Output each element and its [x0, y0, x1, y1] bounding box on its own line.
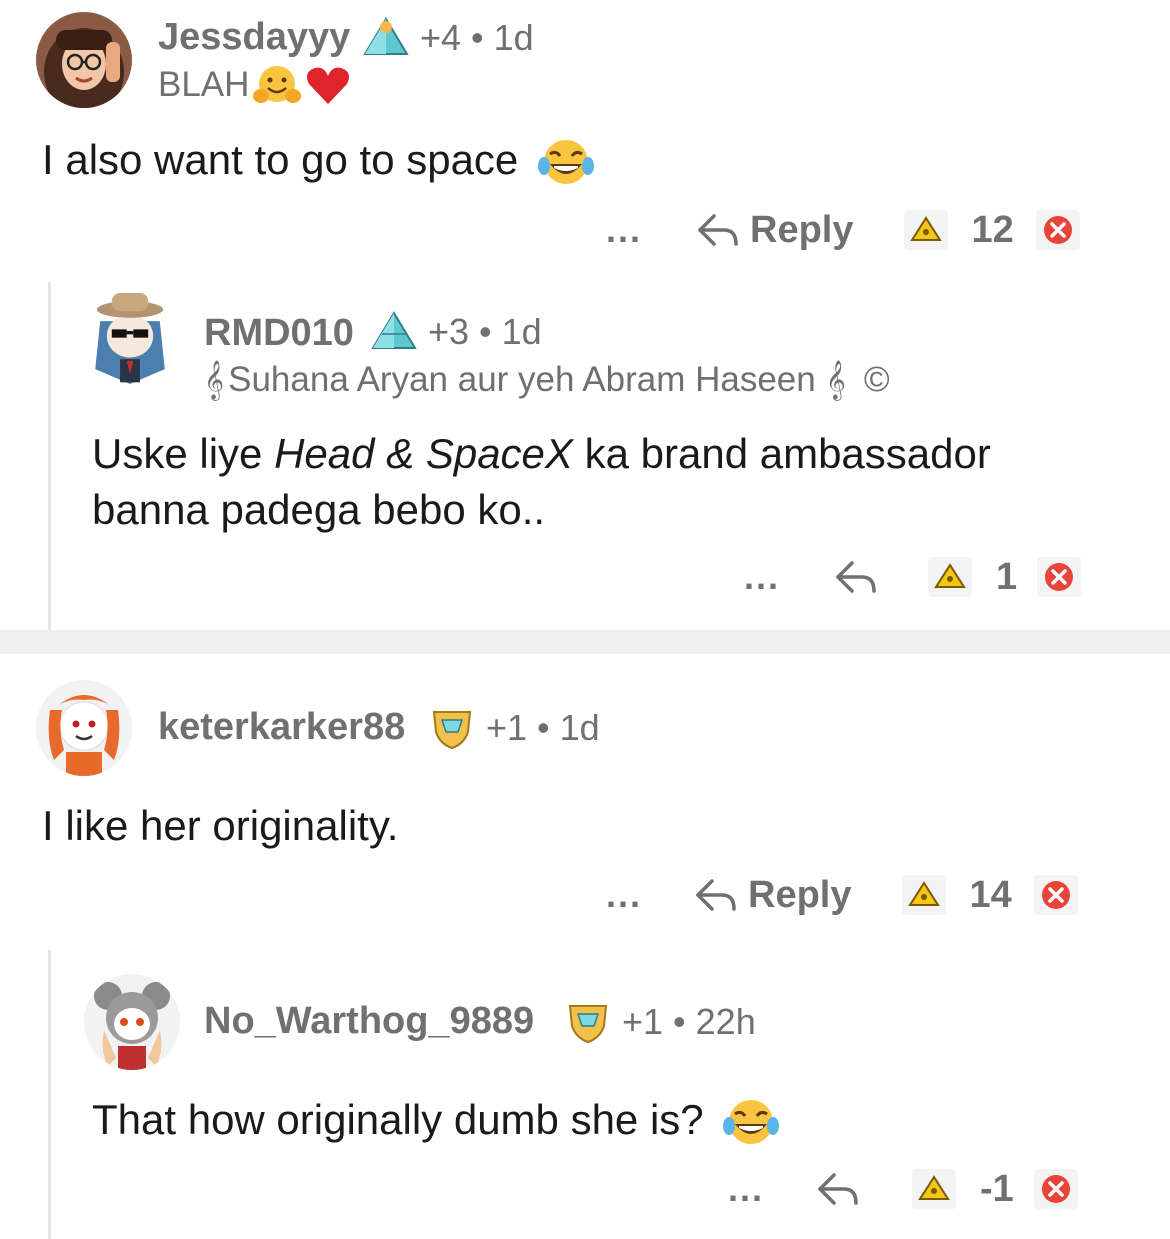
comment-actions: ... 1 [744, 552, 1082, 602]
separator: • [537, 707, 550, 748]
user-flair: BLAH [158, 64, 351, 106]
reply-arrow-icon [696, 879, 736, 911]
comment-body: Uske liye Head & SpaceX ka brand ambassa… [92, 430, 991, 533]
username[interactable]: RMD010 [204, 312, 354, 355]
music-staff-icon: 𝄞 [825, 360, 846, 399]
separator: • [479, 311, 492, 352]
user-flair: 𝄞 Suhana Aryan aur yeh Abram Haseen 𝄞 © [204, 360, 890, 399]
username[interactable]: keterkarker88 [158, 706, 405, 749]
downvote-award-icon[interactable] [1035, 210, 1080, 250]
tears-of-joy-icon [723, 1098, 780, 1148]
more-options-button[interactable]: ... [606, 874, 642, 916]
comment-no-warthog-9889: No_Warthog_9889 +1 • 22h That how origin… [0, 948, 1170, 1239]
separator: • [673, 1001, 686, 1042]
comment-actions: ... -1 [728, 1164, 1078, 1214]
copyright-icon: © [863, 360, 890, 399]
more-options-button[interactable]: ... [728, 1168, 764, 1210]
avatar[interactable] [36, 12, 132, 108]
karma: +4 [420, 17, 462, 58]
timestamp: 22h [695, 1001, 756, 1042]
comment-meta: +4 • 1d [362, 16, 534, 60]
downvote-award-icon[interactable] [1037, 557, 1082, 597]
upvote-award-icon[interactable] [912, 1169, 957, 1209]
comment-keterkarker88: keterkarker88 +1 • 1d I like her origina… [0, 654, 1170, 944]
vote-score: 1 [996, 555, 1018, 598]
upvote-award-icon[interactable] [928, 557, 973, 597]
reply-button[interactable] [814, 1169, 860, 1209]
upvote-award-icon[interactable] [903, 210, 948, 250]
thread-divider [0, 630, 1170, 654]
reply-button[interactable]: Reply [692, 874, 852, 917]
timestamp: 1d [501, 311, 542, 352]
music-staff-icon: 𝄞 [204, 360, 225, 399]
reply-button[interactable] [832, 557, 878, 597]
upvote-award-icon[interactable] [901, 875, 946, 915]
italic-text: Head & SpaceX [274, 430, 573, 477]
comment-meta: +3 • 1d [370, 310, 542, 354]
username[interactable]: No_Warthog_9889 [204, 1000, 534, 1043]
more-options-button[interactable]: ... [606, 209, 642, 251]
downvote-award-icon[interactable] [1033, 875, 1078, 915]
comment-body: I also want to go to space [42, 132, 594, 188]
comment-jessdayyy: Jessdayyy +4 • 1d BLAH I also want to go… [0, 0, 1170, 270]
comment-actions: ... Reply 14 [606, 870, 1078, 920]
avatar[interactable] [84, 974, 180, 1070]
comment-actions: ... Reply 12 [606, 205, 1080, 255]
reply-arrow-icon [698, 214, 738, 246]
comment-rmd010: RMD010 +3 • 1d 𝄞 Suhana Aryan aur yeh Ab… [0, 280, 1170, 630]
shield-gem-icon [564, 1000, 612, 1044]
timestamp: 1d [559, 707, 600, 748]
username[interactable]: Jessdayyy [158, 16, 350, 59]
vote-score: 14 [969, 873, 1012, 916]
karma: +1 [486, 707, 528, 748]
karma: +1 [622, 1001, 664, 1042]
pyramid-icon [370, 310, 418, 354]
avatar[interactable] [82, 288, 178, 384]
comment-body: That how originally dumb she is? [92, 1092, 780, 1148]
avatar[interactable] [36, 680, 132, 776]
shield-gem-icon [428, 706, 476, 750]
comment-meta: +1 • 22h [564, 1000, 756, 1044]
more-options-button[interactable]: ... [744, 556, 780, 598]
comment-meta: +1 • 1d [428, 706, 600, 750]
reply-arrow-icon [836, 561, 876, 593]
comment-body: I like her originality. [42, 802, 399, 849]
separator: • [471, 17, 484, 58]
heart-icon [305, 64, 351, 106]
downvote-award-icon[interactable] [1033, 1169, 1078, 1209]
vote-score: 12 [971, 208, 1014, 251]
vote-score: -1 [980, 1167, 1014, 1210]
pyramid-icon [362, 16, 410, 60]
hugging-face-icon [253, 64, 302, 106]
tears-of-joy-icon [537, 138, 594, 188]
reply-arrow-icon [818, 1173, 858, 1205]
reply-button[interactable]: Reply [694, 209, 854, 252]
timestamp: 1d [493, 17, 534, 58]
karma: +3 [428, 311, 470, 352]
